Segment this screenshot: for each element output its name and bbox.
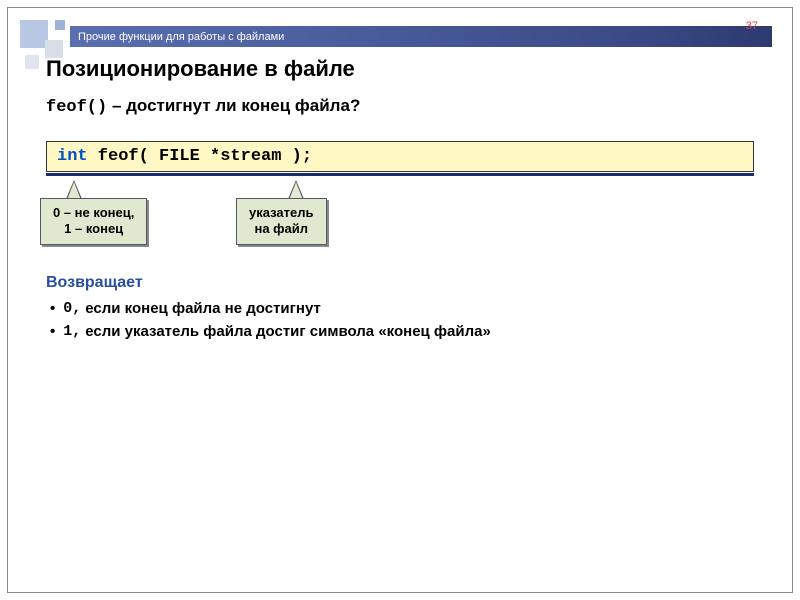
- bullet-icon: •: [50, 323, 55, 340]
- deco-square: [20, 20, 48, 48]
- page-title: Позиционирование в файле: [46, 56, 754, 82]
- return-text: если указатель файла достиг символа «кон…: [85, 323, 491, 340]
- list-item: • 0, если конец файла не достигнут: [46, 300, 754, 317]
- returns-section: Возвращает • 0, если конец файла не дост…: [46, 274, 754, 340]
- return-code: 1,: [63, 323, 81, 340]
- deco-square: [55, 20, 65, 30]
- code-rest: feof( FILE *stream );: [88, 147, 312, 166]
- callout-stream-pointer: указатель на файл: [236, 198, 327, 245]
- code-signature: int feof( FILE *stream );: [46, 141, 754, 172]
- header-bar: Прочие функции для работы с файлами 37: [70, 26, 772, 47]
- list-item: • 1, если указатель файла достиг символа…: [46, 323, 754, 340]
- callout-line: на файл: [254, 221, 308, 236]
- return-text: если конец файла не достигнут: [85, 300, 321, 317]
- slide-border: Прочие функции для работы с файлами 37 П…: [7, 7, 793, 593]
- callout-line: 1 – конец: [64, 221, 123, 236]
- page-number: 37: [746, 20, 758, 32]
- return-code: 0,: [63, 300, 81, 317]
- content-area: Позиционирование в файле feof() – достиг…: [46, 56, 754, 346]
- callout-line: указатель: [249, 205, 314, 220]
- subtitle: feof() – достигнут ли конец файла?: [46, 96, 754, 117]
- callout-line: 0 – не конец,: [53, 205, 134, 220]
- keyword-int: int: [57, 147, 88, 166]
- separator: –: [107, 96, 126, 115]
- subtitle-question: достигнут ли конец файла?: [126, 96, 360, 115]
- func-name: feof(): [46, 98, 107, 117]
- deco-square: [25, 55, 39, 69]
- callout-return-values: 0 – не конец, 1 – конец: [40, 198, 147, 245]
- bullet-icon: •: [50, 300, 55, 317]
- returns-heading: Возвращает: [46, 274, 754, 292]
- breadcrumb: Прочие функции для работы с файлами: [78, 31, 284, 43]
- callouts-area: 0 – не конец, 1 – конец указатель на фай…: [46, 176, 754, 256]
